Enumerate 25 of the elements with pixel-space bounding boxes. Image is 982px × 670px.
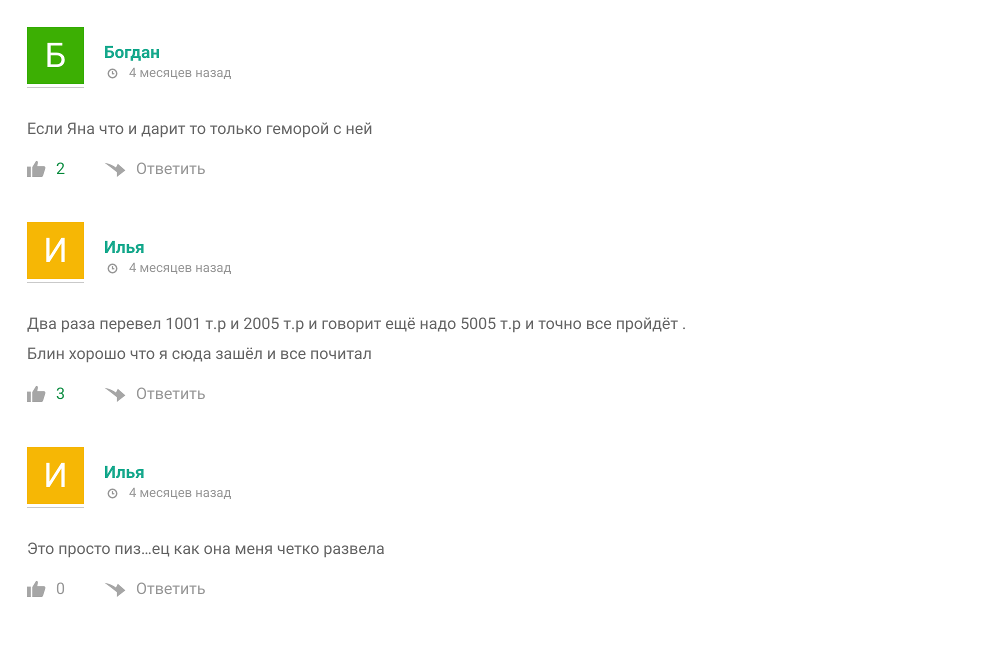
reply-link[interactable]: Ответить	[136, 158, 206, 178]
comment-time: 4 месяцев назад	[129, 486, 232, 501]
reply-link[interactable]: Ответить	[136, 578, 206, 598]
comment-text: Это просто пиз…ец как она меня четко развела	[27, 538, 386, 560]
vote-count: 0	[56, 578, 66, 598]
comment-time: 4 месяцев назад	[129, 261, 232, 276]
vote-count: 3	[56, 384, 66, 402]
clock-icon	[107, 68, 118, 79]
comment-text: Блин хорошо что я сюда зашёл и все почитал	[27, 343, 373, 365]
author-name[interactable]: Илья	[104, 463, 232, 483]
thumbs-up-icon[interactable]	[27, 384, 46, 402]
author-name[interactable]: Богдан	[104, 43, 232, 63]
comment-text: Если Яна что и дарит то только геморой с ней	[27, 118, 374, 140]
clock-icon	[107, 263, 118, 274]
thumbs-up-icon[interactable]	[27, 580, 46, 596]
comment-text: Два раза перевел 1001 т.р и 2005 т.р и говорит ещё надо 5005 т.р и точно все пройдёт .	[27, 313, 688, 335]
author-name[interactable]: Илья	[104, 238, 232, 258]
avatar: И	[27, 447, 84, 504]
thumbs-up-icon[interactable]	[27, 160, 46, 176]
comment-time: 4 месяцев назад	[129, 66, 232, 81]
clock-icon	[107, 488, 118, 499]
avatar: Б	[27, 27, 84, 84]
reply-link[interactable]: Ответить	[136, 384, 206, 402]
avatar: И	[27, 222, 84, 279]
vote-count: 2	[56, 158, 66, 178]
